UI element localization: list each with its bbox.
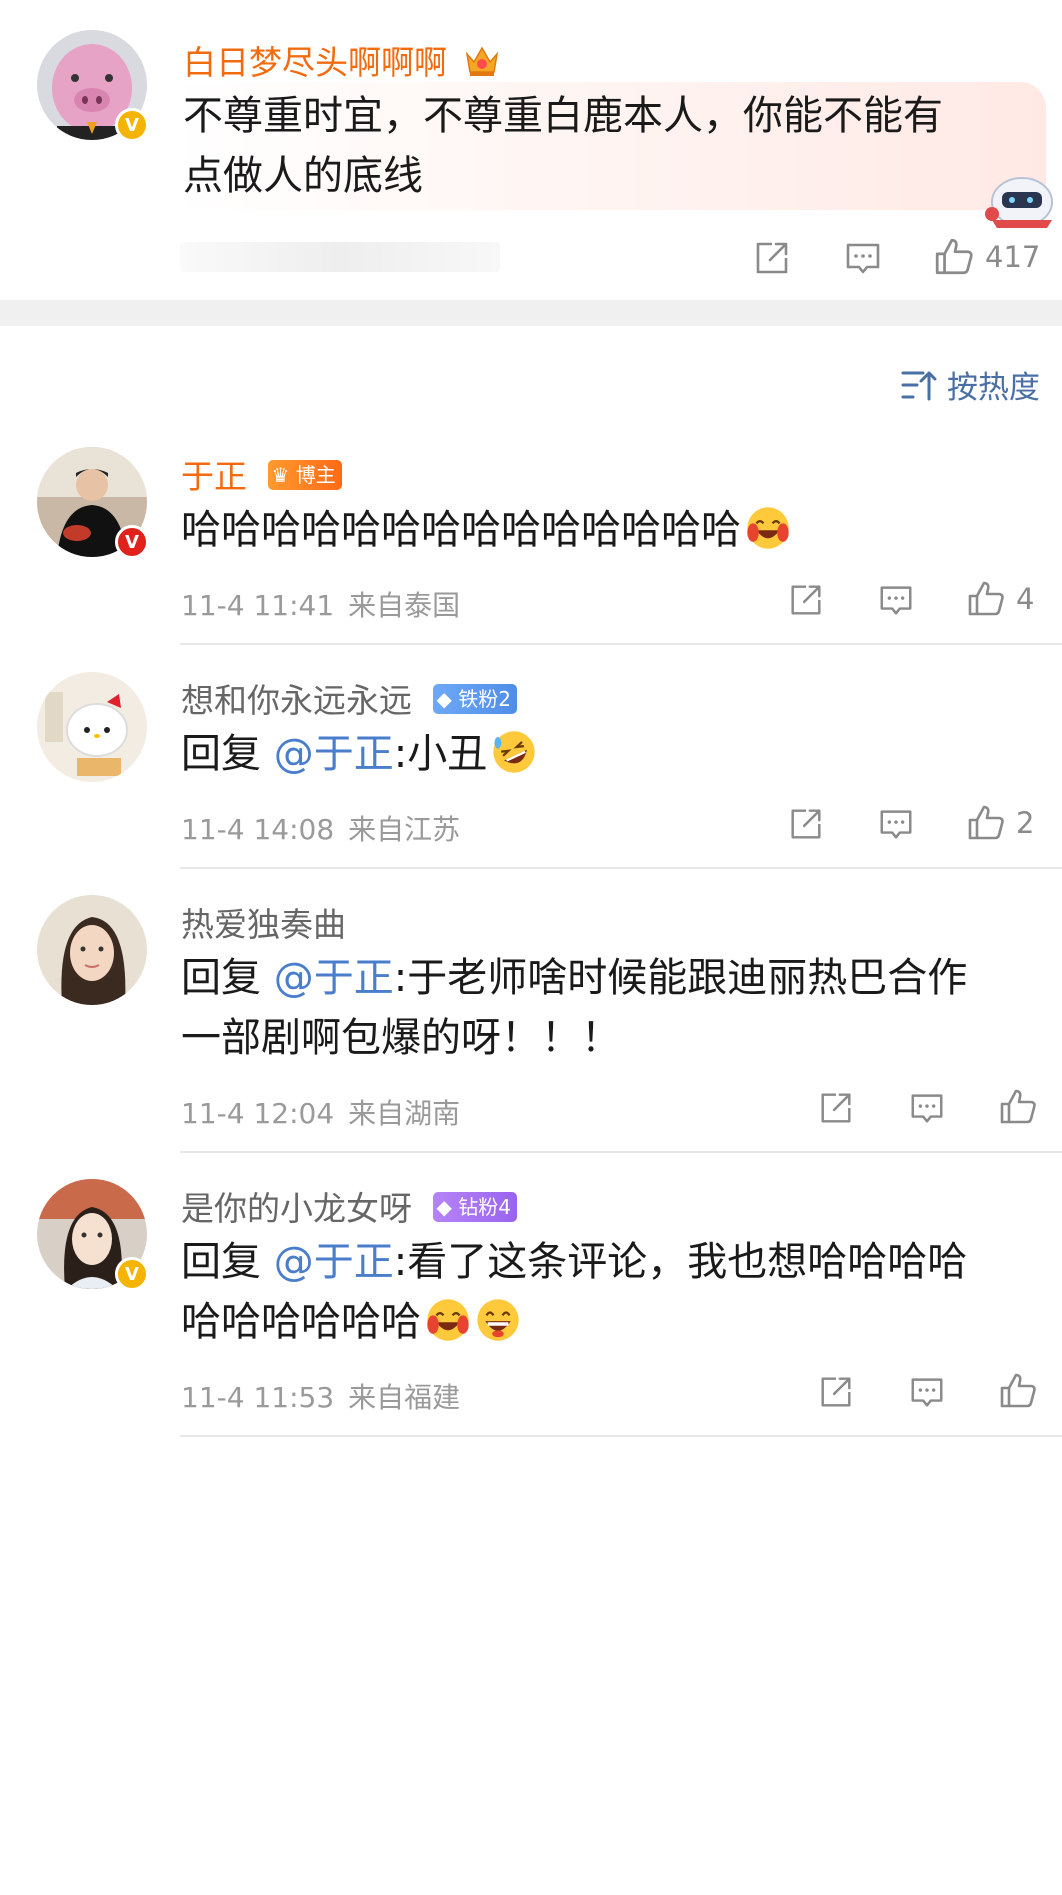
reply-date: 11-4 12:04 [181,1097,335,1130]
share-icon [817,1373,855,1411]
reply-location: 来自江苏 [348,813,461,846]
row-divider [180,1435,1062,1437]
like-count: 4 [1016,582,1035,616]
diamond-fan-badge: ◆ 钻粉4 [432,1192,517,1222]
mention-link[interactable]: @于正 [274,731,394,777]
reply-meta: 11-4 11:41 来自泰国 [181,584,460,624]
avatar[interactable] [37,672,147,782]
share-button[interactable] [787,805,825,843]
reply-username[interactable]: 热爱独奏曲 [181,898,346,946]
avatar[interactable]: V [37,1179,149,1291]
iron-fan-badge: ◆ 铁粉2 [432,684,517,714]
grin-emoji-icon [475,1297,521,1343]
reply-button[interactable] [877,805,915,843]
comment-icon [908,1373,946,1411]
blogger-badge: ♛ 博主 [267,460,342,490]
reply-location: 来自泰国 [348,589,461,622]
reply-date: 11-4 11:41 [181,589,335,622]
avatar[interactable]: V [37,447,149,559]
main-comment: V 白日梦尽头啊啊啊 不尊重时宜，不尊重白鹿本人，你能不能有 点做人的底线 41… [0,0,1062,300]
share-icon [787,581,825,619]
reply-meta: 11-4 14:08 来自江苏 [181,808,460,848]
share-icon [752,238,792,278]
reply-meta: 11-4 11:53 来自福建 [181,1376,460,1416]
like-button[interactable]: 417 [933,236,1040,278]
comment-icon [877,805,915,843]
reply-text-line2: 一部剧啊包爆的呀！！！ [181,1015,621,1061]
laugh-emoji-icon [425,1297,471,1343]
like-button[interactable]: 4 [966,579,1034,619]
avatar-hello-kitty-image [37,672,147,782]
avatar-woman-image [37,895,147,1005]
reply-text-line2: 哈哈哈哈哈哈 [181,1292,521,1352]
share-button[interactable] [817,1089,855,1127]
comment-icon [843,238,883,278]
reply-text: 回复 @于正:看了这条评论，我也想哈哈哈哈 [181,1239,968,1285]
sort-label: 按热度 [947,370,1040,406]
row-divider [180,1151,1062,1153]
mention-link[interactable]: @于正 [274,1239,394,1285]
share-button[interactable] [752,238,792,278]
laugh-emoji-icon [745,505,791,551]
like-count: 2 [1016,806,1035,840]
robot-decoration-icon [985,177,1053,228]
like-count: 417 [985,240,1041,274]
like-icon [933,236,975,278]
reply-button[interactable] [843,238,883,278]
section-divider [0,300,1062,326]
like-button[interactable]: 2 [966,803,1034,843]
reply-meta: 11-4 12:04 来自湖南 [181,1092,460,1132]
like-icon [966,579,1006,619]
reply-text: 回复 @于正:于老师啥时候能跟迪丽热巴合作 [181,955,968,1001]
comment-icon [908,1089,946,1127]
share-button[interactable] [817,1373,855,1411]
verified-badge-icon: V [115,1257,149,1291]
reply-date: 11-4 14:08 [181,813,335,846]
like-icon [966,803,1006,843]
reply-location: 来自湖南 [348,1097,461,1130]
rofl-emoji-icon [491,729,537,775]
reply-text: 哈哈哈哈哈哈哈哈哈哈哈哈哈哈 [181,500,791,560]
reply-username[interactable]: 想和你永远永远 ◆ 铁粉2 [181,674,517,722]
blurred-meta [180,242,500,272]
comment-icon [877,581,915,619]
reply-date: 11-4 11:53 [181,1381,335,1414]
mention-link[interactable]: @于正 [274,955,394,1001]
reply-location: 来自福建 [348,1381,461,1414]
reply-button[interactable] [908,1089,946,1127]
reply-text: 回复 @于正:小丑 [181,724,537,784]
crown-icon [465,46,498,76]
share-icon [817,1089,855,1127]
reply-button[interactable] [908,1373,946,1411]
row-divider [180,643,1062,645]
reply-button[interactable] [877,581,915,619]
like-icon [998,1371,1038,1411]
avatar[interactable]: V [37,30,149,142]
row-divider [180,867,1062,869]
reply-username[interactable]: 是你的小龙女呀 ◆ 钻粉4 [181,1182,517,1230]
like-button[interactable] [998,1087,1038,1127]
verified-badge-icon: V [115,525,149,559]
sort-icon [901,371,937,400]
reply-username[interactable]: 于正 ♛ 博主 [181,450,342,498]
verified-badge-icon: V [115,108,149,142]
sort-by-hot-button[interactable]: 按热度 [901,362,1040,407]
like-icon [998,1087,1038,1127]
comment-text: 不尊重时宜，不尊重白鹿本人，你能不能有 [183,93,943,139]
comment-text-line2: 点做人的底线 [183,153,423,199]
share-button[interactable] [787,581,825,619]
comment-username[interactable]: 白日梦尽头啊啊啊 [183,36,500,84]
avatar[interactable] [37,895,147,1005]
share-icon [787,805,825,843]
like-button[interactable] [998,1371,1038,1411]
